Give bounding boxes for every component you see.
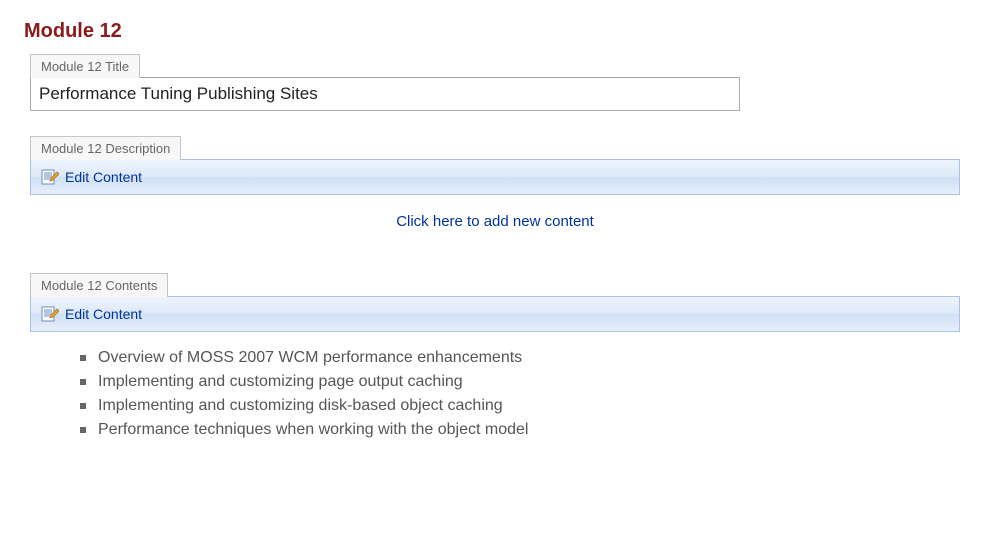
list-item-text: Performance techniques when working with… <box>98 421 528 439</box>
title-field-label: Module 12 Title <box>30 54 140 78</box>
title-input[interactable] <box>30 77 740 111</box>
list-item: Performance techniques when working with… <box>80 418 980 442</box>
description-edit-link[interactable]: Edit Content <box>65 169 142 185</box>
list-item: Implementing and customizing page output… <box>80 370 980 394</box>
bullet-icon <box>80 355 86 361</box>
module-heading: Module 12 <box>20 20 980 43</box>
description-field-label: Module 12 Description <box>30 136 181 160</box>
contents-field-group: Module 12 Contents Edit Content Overview… <box>30 272 980 442</box>
edit-content-icon <box>41 168 59 186</box>
list-item: Implementing and customizing disk-based … <box>80 394 980 418</box>
list-item-text: Overview of MOSS 2007 WCM performance en… <box>98 349 522 367</box>
contents-field-label: Module 12 Contents <box>30 273 168 297</box>
list-item-text: Implementing and customizing page output… <box>98 373 463 391</box>
contents-list: Overview of MOSS 2007 WCM performance en… <box>80 346 980 442</box>
bullet-icon <box>80 379 86 385</box>
contents-edit-bar[interactable]: Edit Content <box>30 296 960 332</box>
description-field-group: Module 12 Description Edit Content Click… <box>30 135 980 230</box>
description-edit-bar[interactable]: Edit Content <box>30 159 960 195</box>
bullet-icon <box>80 403 86 409</box>
bullet-icon <box>80 427 86 433</box>
add-new-content-link[interactable]: Click here to add new content <box>30 213 960 230</box>
edit-content-icon <box>41 305 59 323</box>
title-field-group: Module 12 Title <box>30 53 980 111</box>
list-item-text: Implementing and customizing disk-based … <box>98 397 503 415</box>
contents-edit-link[interactable]: Edit Content <box>65 306 142 322</box>
list-item: Overview of MOSS 2007 WCM performance en… <box>80 346 980 370</box>
